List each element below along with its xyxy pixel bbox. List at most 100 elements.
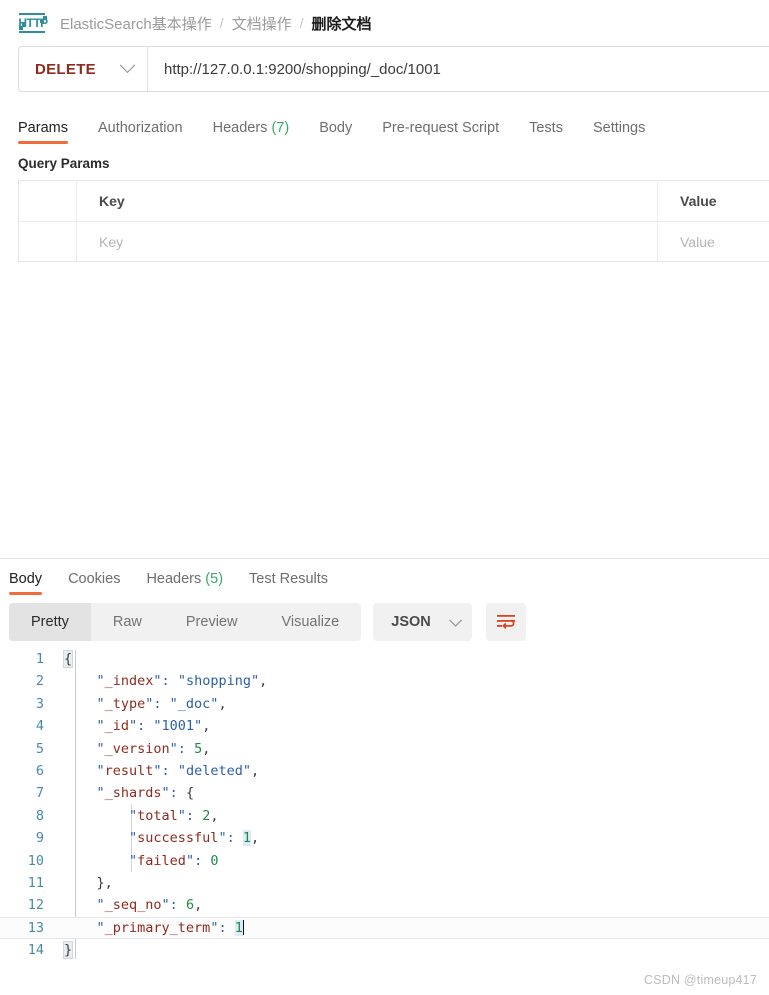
code-line-number: 3 bbox=[35, 695, 44, 712]
tab-headers-label: Headers bbox=[212, 120, 268, 136]
tab-settings-label: Settings bbox=[592, 120, 646, 136]
code-line[interactable]: 1{ bbox=[0, 648, 769, 670]
code-line-number: 9 bbox=[35, 830, 44, 847]
tab-test-results-label: Test Results bbox=[249, 571, 329, 587]
header-checkbox-cell bbox=[19, 181, 77, 221]
code-line-number: 6 bbox=[35, 762, 44, 779]
code-line-number: 10 bbox=[27, 852, 44, 869]
breadcrumb-item-request[interactable]: 删除文档 bbox=[312, 13, 372, 34]
code-line-number: 7 bbox=[35, 785, 44, 802]
tab-params-label: Params bbox=[18, 120, 68, 136]
http-method-select[interactable]: DELETE bbox=[19, 47, 147, 91]
tab-response-body-label: Body bbox=[9, 571, 43, 587]
code-line-number: 1 bbox=[35, 651, 44, 667]
tab-response-headers[interactable]: Headers (5) bbox=[146, 571, 223, 595]
response-tab-bar: Body Cookies Headers (5) Test Results bbox=[0, 559, 769, 595]
code-line-text: "_shards": { bbox=[64, 785, 195, 802]
tab-params[interactable]: Params bbox=[18, 120, 68, 144]
row-key-cell[interactable]: Key bbox=[77, 222, 658, 261]
header-value-label: Value bbox=[680, 193, 717, 209]
tab-tests[interactable]: Tests bbox=[529, 120, 563, 144]
code-line-text: "_primary_term": 1 bbox=[64, 919, 244, 936]
view-mode-visualize-label: Visualize bbox=[281, 614, 340, 630]
text-cursor bbox=[242, 919, 244, 935]
code-line-number: 14 bbox=[27, 942, 44, 959]
tab-authorization[interactable]: Authorization bbox=[98, 120, 183, 144]
tab-response-headers-count: (5) bbox=[205, 571, 224, 587]
tab-settings[interactable]: Settings bbox=[593, 120, 645, 144]
query-params-table: Key Value Key Value bbox=[18, 180, 769, 262]
response-format-label: JSON bbox=[391, 614, 431, 630]
tab-pre-request-script[interactable]: Pre-request Script bbox=[382, 120, 499, 144]
header-key-label: Key bbox=[99, 193, 125, 209]
word-wrap-icon bbox=[496, 615, 515, 629]
tab-authorization-label: Authorization bbox=[97, 120, 183, 136]
code-line[interactable]: 13 "_primary_term": 1 bbox=[0, 916, 769, 940]
tab-test-results[interactable]: Test Results bbox=[249, 571, 328, 595]
view-mode-raw-label: Raw bbox=[112, 614, 142, 630]
tab-response-body[interactable]: Body bbox=[9, 571, 43, 595]
http-protocol-icon: HTTP bbox=[18, 11, 48, 35]
tab-tests-label: Tests bbox=[529, 120, 563, 136]
response-body-code[interactable]: 1{2 "_index": "shopping", 3 "_type": "_do… bbox=[0, 648, 769, 961]
row-checkbox-cell[interactable] bbox=[19, 222, 77, 261]
row-key-placeholder: Key bbox=[99, 233, 124, 250]
request-url-row: DELETE bbox=[0, 46, 769, 102]
tab-response-cookies-label: Cookies bbox=[68, 571, 121, 587]
view-mode-pretty-label: Pretty bbox=[31, 614, 69, 630]
watermark: CSDN @timeup417 bbox=[644, 973, 757, 987]
code-line[interactable]: 6 "result": "deleted", bbox=[0, 760, 769, 782]
word-wrap-button[interactable] bbox=[485, 603, 526, 641]
tab-headers[interactable]: Headers (7) bbox=[213, 120, 290, 144]
code-line-text: "failed": 0 bbox=[64, 852, 219, 869]
code-line-text: "_id": "1001", bbox=[64, 718, 211, 735]
view-mode-raw[interactable]: Raw bbox=[91, 603, 164, 641]
code-line-text: "_type": "_doc", bbox=[64, 695, 227, 712]
code-line[interactable]: 11 }, bbox=[0, 872, 769, 894]
code-line-text: "result": "deleted", bbox=[64, 762, 260, 779]
code-line[interactable]: 2 "_index": "shopping", bbox=[0, 670, 769, 692]
view-mode-preview-label: Preview bbox=[185, 614, 238, 630]
view-mode-visualize[interactable]: Visualize bbox=[259, 603, 361, 641]
breadcrumb-item-collection[interactable]: ElasticSearch基本操作 bbox=[60, 13, 212, 34]
code-line[interactable]: 8 "total": 2, bbox=[0, 805, 769, 827]
row-value-placeholder: Value bbox=[680, 233, 715, 250]
code-line-number: 8 bbox=[35, 807, 44, 824]
code-line[interactable]: 10 "failed": 0 bbox=[0, 850, 769, 872]
view-mode-pretty[interactable]: Pretty bbox=[9, 603, 91, 641]
code-line-text: { bbox=[62, 650, 74, 668]
query-params-title: Query Params bbox=[18, 156, 110, 171]
code-line-text: } bbox=[62, 941, 74, 960]
response-format-select[interactable]: JSON bbox=[373, 603, 472, 641]
request-url-input[interactable] bbox=[148, 47, 769, 91]
breadcrumb-separator: / bbox=[219, 15, 224, 31]
breadcrumb: HTTP ElasticSearch基本操作 / 文档操作 / 删除文档 bbox=[0, 0, 769, 46]
code-line-text: "total": 2, bbox=[64, 807, 219, 824]
code-line[interactable]: 7 "_shards": { bbox=[0, 782, 769, 804]
code-line[interactable]: 5 "_version": 5, bbox=[0, 738, 769, 760]
code-line-text: "successful": 1, bbox=[64, 830, 260, 847]
row-value-cell[interactable]: Value bbox=[658, 222, 769, 261]
code-line[interactable]: 3 "_type": "_doc", bbox=[0, 693, 769, 715]
response-pane: Body Cookies Headers (5) Test Results Pr… bbox=[0, 559, 769, 995]
tab-response-headers-label: Headers bbox=[146, 571, 202, 587]
breadcrumb-item-folder[interactable]: 文档操作 bbox=[232, 13, 292, 34]
table-header-row: Key Value bbox=[19, 181, 769, 221]
code-line[interactable]: 4 "_id": "1001", bbox=[0, 715, 769, 737]
tab-body[interactable]: Body bbox=[319, 120, 352, 144]
table-row: Key Value bbox=[19, 221, 769, 261]
code-line[interactable]: 9 "successful": 1, bbox=[0, 827, 769, 849]
code-line-number: 13 bbox=[27, 919, 44, 936]
tab-headers-count: (7) bbox=[271, 120, 290, 136]
tab-pre-request-script-label: Pre-request Script bbox=[382, 120, 500, 136]
response-view-mode-group: Pretty Raw Preview Visualize bbox=[9, 603, 362, 641]
code-line-text: "_seq_no": 6, bbox=[64, 897, 203, 914]
code-line-number: 11 bbox=[27, 874, 44, 891]
view-mode-preview[interactable]: Preview bbox=[164, 603, 260, 641]
tab-response-cookies[interactable]: Cookies bbox=[68, 571, 120, 595]
code-line[interactable]: 14} bbox=[0, 939, 769, 961]
code-line-number: 5 bbox=[35, 740, 44, 757]
code-line-number: 12 bbox=[27, 897, 44, 914]
code-line[interactable]: 12 "_seq_no": 6, bbox=[0, 894, 769, 916]
tab-body-label: Body bbox=[319, 120, 353, 136]
